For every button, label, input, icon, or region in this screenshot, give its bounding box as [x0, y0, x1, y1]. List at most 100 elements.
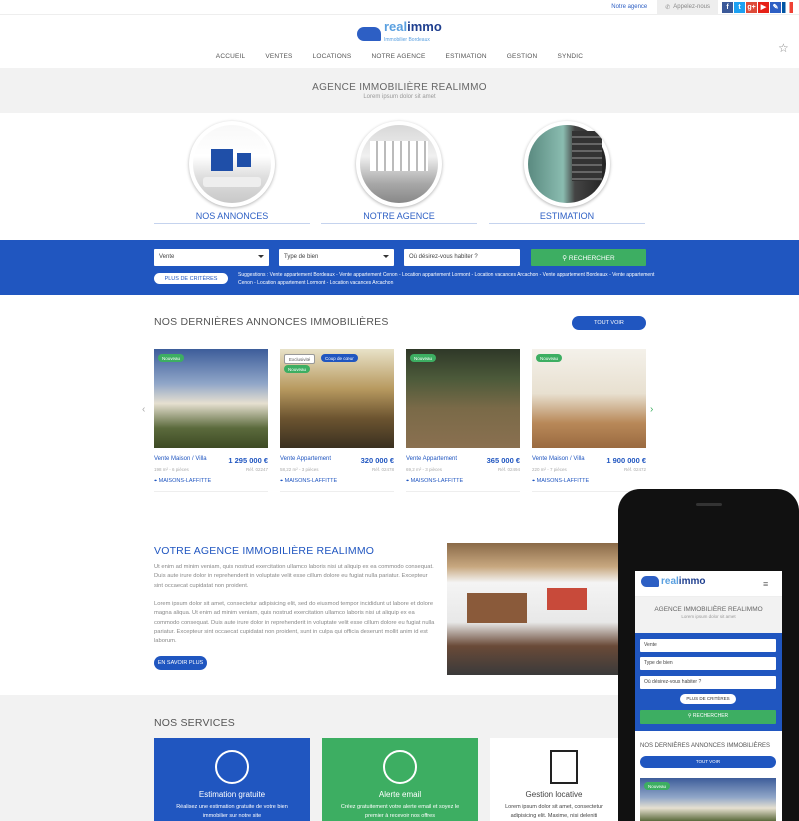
listing-photo[interactable]: Exclusivité Coup de cœur Nouveau — [280, 349, 394, 448]
nav-item-estimation[interactable]: ESTIMATION — [446, 53, 487, 60]
listing-city: MAISONS-LAFFITTE — [158, 478, 212, 484]
service-card-alert[interactable]: Alerte email Créez gratuitement votre al… — [322, 738, 478, 821]
listing-price: 365 000 € — [486, 456, 520, 465]
mobile-search-button[interactable]: ⚲ RECHERCHER — [640, 710, 776, 724]
listing-card[interactable]: Nouveau Vente Maison / Villa 1 295 000 € … — [154, 349, 268, 492]
service-card-estimation[interactable]: Estimation gratuite Réalisez une estimat… — [154, 738, 310, 821]
search-button-label: RECHERCHER — [568, 255, 615, 262]
listing-ref: Réf. 02478 — [371, 467, 394, 472]
listings-title: NOS DERNIÈRES ANNONCES IMMOBILIÈRES — [154, 316, 389, 328]
search-button[interactable]: ⚲ RECHERCHER — [531, 249, 646, 266]
nav-item-accueil[interactable]: ACCUEIL — [216, 53, 246, 60]
listing-card[interactable]: Exclusivité Coup de cœur Nouveau Vente A… — [280, 349, 394, 492]
nav-item-locations[interactable]: LOCATIONS — [313, 53, 352, 60]
youtube-icon[interactable]: ▶ — [758, 1, 769, 13]
hero-banner: AGENCE IMMOBILIÈRE REALIMMO Lorem ipsum … — [0, 68, 799, 113]
location-placeholder: Où désirez-vous habiter ? — [409, 254, 478, 260]
feature-label-agence[interactable]: NOTRE AGENCE — [321, 211, 477, 224]
listing-card[interactable]: Nouveau Vente Appartement 365 000 € 69,2 … — [406, 349, 520, 492]
listing-price: 1 295 000 € — [228, 456, 268, 465]
carousel-prev-icon[interactable]: ‹ — [142, 404, 145, 415]
feature-image-estimation[interactable] — [524, 121, 610, 207]
search-icon: ⚲ — [562, 255, 569, 262]
listing-detail: 69,2 m² - 3 pièces — [406, 467, 443, 472]
mobile-see-all-button[interactable]: TOUT VOIR — [640, 756, 776, 768]
mobile-property-select[interactable]: Type de bien — [640, 657, 776, 670]
badge-new: Nouveau — [410, 354, 437, 362]
twitter-icon[interactable]: t — [734, 1, 745, 13]
agency-link[interactable]: Notre agence — [611, 4, 647, 10]
nav-item-syndic[interactable]: SYNDIC — [557, 53, 583, 60]
mobile-hero-title: AGENCE IMMOBILIÈRE REALIMMO — [654, 606, 763, 613]
services-title: NOS SERVICES — [154, 717, 235, 729]
brand-name-a: real — [384, 19, 408, 34]
badge-favorite: Coup de cœur — [321, 354, 358, 362]
carousel-next-icon[interactable]: › — [650, 404, 653, 415]
badge-new: Nouveau — [644, 782, 671, 790]
listing-city: MAISONS-LAFFITTE — [284, 478, 338, 484]
badge-new: Nouveau — [158, 354, 185, 362]
badge-new: Nouveau — [536, 354, 563, 362]
mobile-location-placeholder: Où désirez-vous habiter ? — [644, 679, 702, 685]
learn-more-button[interactable]: EN SAVOIR PLUS — [154, 656, 207, 670]
listing-city: MAISONS-LAFFITTE — [410, 478, 464, 484]
hamburger-menu-icon[interactable]: ≡ — [763, 579, 768, 589]
page-title: AGENCE IMMOBILIÈRE REALIMMO — [312, 82, 487, 93]
service-title: Alerte email — [378, 790, 422, 799]
location-input[interactable]: Où désirez-vous habiter ? — [404, 249, 520, 266]
listing-city: MAISONS-LAFFITTE — [536, 478, 590, 484]
search-suggestions[interactable]: Suggestions : Vente appartement Bordeaux… — [238, 271, 658, 287]
property-type-select[interactable]: Type de bien — [279, 249, 394, 266]
nav-item-ventes[interactable]: VENTES — [265, 53, 292, 60]
pen-icon[interactable]: ✎ — [770, 1, 781, 13]
about-title: VOTRE AGENCE IMMOBILIÈRE REALIMMO — [154, 545, 375, 557]
nav-item-gestion[interactable]: GESTION — [507, 53, 538, 60]
listing-ref: Réf. 02472 — [623, 467, 646, 472]
feature-image-agence[interactable] — [356, 121, 442, 207]
googleplus-icon[interactable]: g+ — [746, 1, 757, 13]
mobile-listing-photo[interactable]: Nouveau — [640, 778, 776, 821]
envelope-icon — [383, 750, 417, 784]
more-criteria-button[interactable]: PLUS DE CRITÈRES — [154, 273, 228, 284]
listing-price: 320 000 € — [360, 456, 394, 465]
listing-photo[interactable]: Nouveau — [406, 349, 520, 448]
gauge-icon — [215, 750, 249, 784]
transaction-select-value: Vente — [159, 254, 175, 260]
transaction-select[interactable]: Vente — [154, 249, 269, 266]
chevron-down-icon — [383, 255, 389, 258]
fr-flag-icon[interactable] — [782, 1, 793, 13]
badge-new: Nouveau — [284, 365, 311, 373]
feature-label-annonces[interactable]: NOS ANNONCES — [154, 211, 310, 224]
mobile-more-criteria-button[interactable]: PLUS DE CRITÈRES — [680, 694, 736, 704]
mobile-listings-title: NOS DERNIÈRES ANNONCES IMMOBILIÈRES — [640, 743, 771, 749]
listing-type: Vente Maison / Villa — [532, 456, 585, 462]
listing-ref: Réf. 02247 — [245, 467, 268, 472]
agency-office-photo — [447, 543, 622, 675]
listing-detail: 58,22 m² - 3 pièces — [280, 467, 319, 472]
see-all-button[interactable]: TOUT VOIR — [572, 316, 646, 330]
facebook-icon[interactable]: f — [722, 1, 733, 13]
mobile-brand-a: real — [661, 576, 679, 587]
top-bar: Notre agence ✆ Appelez-nous f t g+ ▶ ✎ — [0, 0, 799, 14]
phone-icon: ✆ — [665, 4, 671, 11]
logo[interactable]: realimmo Immobilier Bordeaux — [357, 19, 442, 46]
nav-item-agence[interactable]: NOTRE AGENCE — [371, 53, 425, 60]
service-card-rental[interactable]: Gestion locative Lorem ipsum dolor sit a… — [490, 738, 618, 821]
listing-photo[interactable]: Nouveau — [532, 349, 646, 448]
call-button[interactable]: ✆ Appelez-nous — [657, 0, 718, 14]
listing-card[interactable]: Nouveau Vente Maison / Villa 1 900 000 € … — [532, 349, 646, 492]
listing-photo[interactable]: Nouveau — [154, 349, 268, 448]
mobile-transaction-select[interactable]: Vente — [640, 639, 776, 652]
mobile-location-input[interactable]: Où désirez-vous habiter ? — [640, 676, 776, 689]
service-title: Estimation gratuite — [198, 790, 266, 799]
brand-name-b: immo — [407, 19, 442, 34]
listing-detail: 198 m² - 6 pièces — [154, 467, 189, 472]
mobile-brand-b: immo — [678, 576, 706, 587]
feature-label-estimation[interactable]: ESTIMATION — [489, 211, 645, 224]
mobile-screen: realimmo ≡ AGENCE IMMOBILIÈRE REALIMMO L… — [635, 571, 782, 821]
feature-image-annonces[interactable] — [189, 121, 275, 207]
about-paragraph-2: Lorem ipsum dolor sit amet, consectetur … — [154, 601, 435, 645]
chevron-down-icon — [258, 255, 264, 258]
mobile-logo[interactable]: realimmo — [641, 576, 705, 587]
mobile-transaction-value: Vente — [644, 642, 657, 648]
